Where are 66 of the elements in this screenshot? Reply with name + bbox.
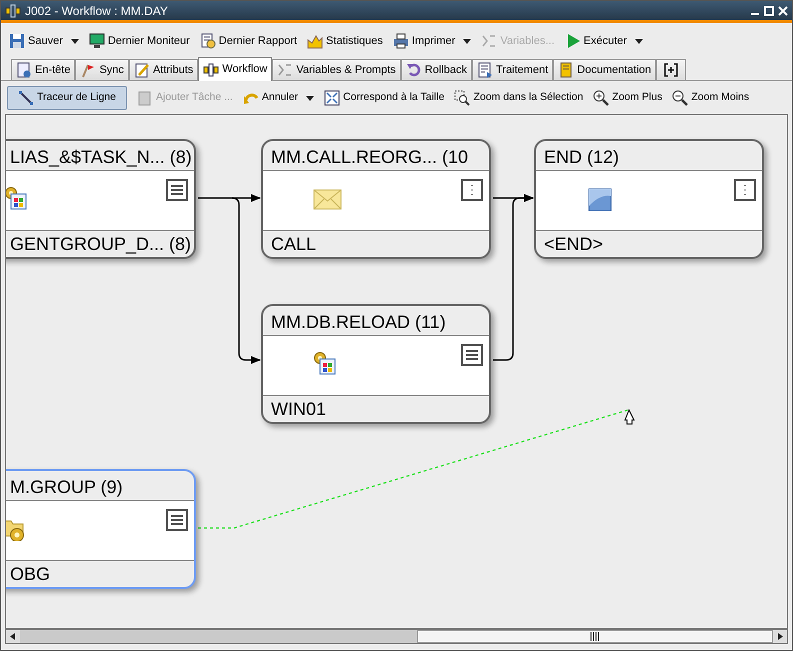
variables-icon [481,33,498,49]
list-menu-icon[interactable] [461,344,483,366]
node-title: MM.DB.RELOAD (11) [271,311,447,333]
monitor-icon [88,33,105,49]
node-title: END (12) [544,146,620,168]
printer-icon [392,33,409,49]
tab[interactable]: Variables & Prompts [272,59,401,80]
canvas-tool-button[interactable]: Zoom Moins [672,90,750,106]
list-menu-icon[interactable] [166,179,188,201]
dropdown-caret-icon[interactable] [463,38,472,44]
node-label: WIN01 [271,398,326,420]
dots-menu-icon[interactable] [734,179,756,201]
workflow-icon [5,4,21,18]
node-label: OBG [10,563,50,585]
tab[interactable]: Workflow [198,57,272,81]
workflow-task-node[interactable]: MM.DB.RELOAD (11) WIN01 [261,304,491,424]
book-icon [558,62,574,78]
horizontal-scrollbar[interactable] [5,629,788,644]
node-title: MM.CALL.REORG... (10 [271,146,470,168]
workflow-icon [203,62,220,78]
canvas-tool-button[interactable]: Annuler [242,90,298,106]
toolbar-button[interactable]: Statistiques [307,32,383,50]
dropdown-caret-icon[interactable] [306,96,314,100]
line-tool-icon [18,90,34,106]
fit-to-size-icon [324,90,340,106]
undo-arrow-icon [406,62,422,78]
node-title: LIAS_&$TASK_N... (8) [10,146,192,168]
node-label: <END> [544,233,604,255]
toolbar-button[interactable]: Dernier Moniteur [88,32,190,50]
add-tab-icon[interactable] [656,59,686,80]
workflow-task-node[interactable]: END (12) <END> [534,139,764,259]
node-label: GENTGROUP_D... (8) [10,233,192,255]
dropdown-caret-icon[interactable] [70,38,79,44]
maximize-icon[interactable] [764,6,774,16]
canvas-tool-button[interactable]: Correspond à la Taille [324,90,444,106]
scrollbar-thumb[interactable] [417,630,773,643]
toolbar-button[interactable]: Exécuter [564,32,627,50]
node-title: M.GROUP (9) [10,476,123,498]
zoom-selection-icon [454,90,470,106]
workflow-task-node[interactable]: MM.CALL.REORG... (10 CALL [261,139,491,259]
dots-menu-icon[interactable] [461,179,483,201]
canvas-tool-button[interactable]: Traceur de Ligne [7,86,127,110]
window-title: J002 - Workflow : MM.DAY [25,2,168,20]
zoom-out-icon [672,90,688,106]
variables-icon [277,62,294,78]
tab[interactable]: Documentation [553,59,656,80]
canvas-tool-button[interactable]: Zoom Plus [593,90,662,106]
tab[interactable]: Rollback [400,59,472,80]
zoom-in-icon [593,90,610,106]
tab[interactable]: Attributs [128,59,198,80]
tab[interactable]: Sync [75,59,129,80]
pencil-document-icon [134,62,150,78]
toolbar-button[interactable]: Sauver [9,32,63,50]
list-menu-icon[interactable] [166,509,188,531]
close-icon[interactable] [778,6,788,16]
dropdown-caret-icon[interactable] [634,38,643,44]
tab[interactable]: En-tête [11,59,76,80]
toolbar-button[interactable]: Imprimer [392,32,456,50]
document-info-icon [16,62,32,78]
node-label: CALL [271,233,316,255]
canvas-tool-button[interactable]: Zoom dans la Sélection [454,90,584,106]
workflow-task-node[interactable]: LIAS_&$TASK_N... (8) GENTGROUP_D... (8) [6,139,196,259]
toolbar-button[interactable]: Dernier Rapport [200,32,298,50]
flag-icon [80,62,96,78]
tab[interactable]: Traitement [472,59,554,80]
workflow-task-node[interactable]: M.GROUP (9) OBG [6,469,196,589]
